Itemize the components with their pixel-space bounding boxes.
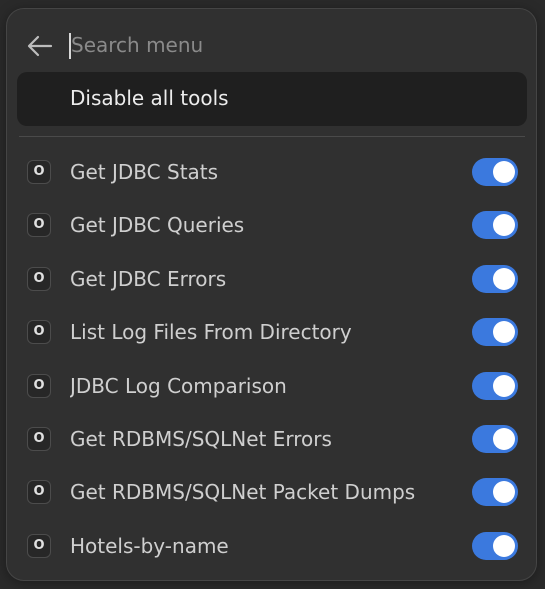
tool-toggle[interactable] [472,318,518,347]
toggle-knob [493,267,515,290]
tool-toggle[interactable] [472,158,518,186]
disable-all-tools-label: Disable all tools [70,86,229,110]
tool-label: Hotels-by-name [70,533,229,558]
tool-row-get-rdbms-sqlnet-errors[interactable]: O Get RDBMS/SQLNet Errors [7,413,536,466]
tool-row-get-jdbc-queries[interactable]: O Get JDBC Queries [7,199,536,252]
search-row [7,9,536,71]
tool-icon: O [27,373,51,398]
toggle-knob [493,427,515,450]
tool-icon: O [27,266,51,291]
tool-label: Get JDBC Stats [70,160,219,184]
tool-label: List Log Files From Directory [70,320,352,345]
tool-toggle[interactable] [472,371,518,400]
toggle-knob [493,374,515,397]
tool-label: Get RDBMS/SQLNet Packet Dumps [70,480,416,505]
back-arrow-icon[interactable] [25,31,55,61]
tool-toggle[interactable] [472,478,518,507]
tool-row-hotels-by-name[interactable]: O Hotels-by-name [7,520,536,573]
tool-icon: O [27,426,51,451]
tool-label: JDBC Log Comparison [70,373,287,398]
toggle-knob [493,214,515,237]
tool-toggle[interactable] [472,211,518,240]
tool-label: Get JDBC Errors [70,266,227,291]
tool-list: O Get JDBC Stats O Get JDBC Queries O Ge… [7,146,536,573]
tool-label: Get JDBC Queries [70,213,245,238]
tool-icon: O [27,480,51,505]
tool-icon: O [27,320,51,345]
tool-row-jdbc-log-comparison[interactable]: O JDBC Log Comparison [7,360,536,413]
tool-row-get-jdbc-errors[interactable]: O Get JDBC Errors [7,253,536,306]
toggle-knob [493,481,515,504]
toggle-knob [493,161,515,183]
tool-icon: O [27,213,51,238]
tool-toggle[interactable] [472,531,518,560]
tool-label: Get RDBMS/SQLNet Errors [70,426,332,451]
tool-row-get-jdbc-stats[interactable]: O Get JDBC Stats [7,146,536,199]
tool-toggle[interactable] [472,424,518,453]
tool-icon: O [27,160,51,184]
tool-icon: O [27,533,51,558]
tool-row-get-rdbms-sqlnet-packet-dumps[interactable]: O Get RDBMS/SQLNet Packet Dumps [7,466,536,519]
tool-row-list-log-files[interactable]: O List Log Files From Directory [7,306,536,359]
toggle-knob [493,534,515,557]
text-cursor [69,33,71,59]
tools-menu: Disable all tools O Get JDBC Stats O Get… [6,8,537,581]
disable-all-tools-button[interactable]: Disable all tools [17,72,527,126]
tool-toggle[interactable] [472,264,518,293]
toggle-knob [493,321,515,344]
divider [19,136,525,137]
search-input[interactable] [69,29,511,61]
